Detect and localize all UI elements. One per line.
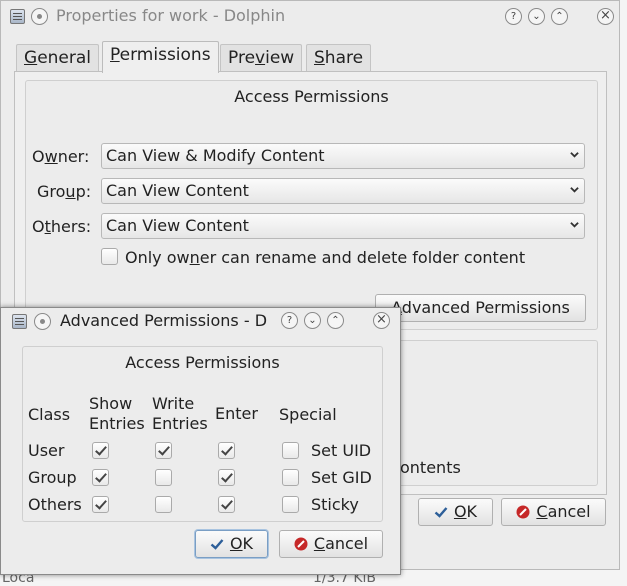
advanced-permissions-window: Advanced Permissions - D ? ⌄ ⌃ × Access … [0,307,401,575]
help-icon[interactable]: ? [281,312,298,329]
chevron-down-icon [570,152,579,158]
cancel-icon [294,537,308,551]
class-label: Others [28,495,82,514]
write-entries-checkbox[interactable] [155,496,172,513]
keep-above-icon[interactable] [31,8,48,25]
window-title: Advanced Permissions - D [60,311,268,330]
access-permissions-group: Access Permissions [25,80,598,330]
show-entries-checkbox[interactable] [92,442,109,459]
keep-above-icon[interactable] [34,313,51,330]
ok-button[interactable]: OK [418,498,493,526]
apply-contents-partial: ontents [400,458,461,477]
window-menu-icon[interactable] [10,9,25,24]
check-icon [434,507,448,518]
tab-permissions[interactable]: Permissions [102,41,219,73]
chevron-down-icon [570,222,579,228]
close-icon[interactable]: × [597,8,614,25]
special-checkbox[interactable] [282,469,299,486]
window-menu-icon[interactable] [12,314,27,329]
write-entries-checkbox[interactable] [155,469,172,486]
others-label: Others: [32,217,92,236]
cancel-icon [516,505,530,519]
header-enter: Enter [215,404,258,423]
window-title: Properties for work - Dolphin [56,6,286,25]
header-write-entries: Entries [152,414,208,433]
maximize-icon[interactable]: ⌃ [551,8,568,25]
write-entries-checkbox[interactable] [155,442,172,459]
header-write: Write [152,394,195,413]
header-show: Show [89,394,133,413]
help-icon[interactable]: ? [505,8,522,25]
access-permissions-title: Access Permissions [125,353,280,372]
class-label: User [28,441,65,460]
enter-checkbox[interactable] [218,469,235,486]
advanced-permissions-button[interactable]: Advanced Permissions [375,294,586,322]
group-select[interactable]: Can View Content [101,178,585,204]
group-label: Group: [37,182,92,201]
only-owner-checkbox[interactable] [101,248,118,265]
special-label[interactable]: Sticky [311,495,359,514]
title-bar[interactable]: Advanced Permissions - D ? ⌄ ⌃ × [1,308,400,338]
cancel-button[interactable]: Cancel [279,530,383,558]
only-owner-label[interactable]: Only owner can rename and delete folder … [125,248,525,267]
access-permissions-title: Access Permissions [234,87,389,106]
ok-button[interactable]: OK [195,530,268,558]
special-label[interactable]: Set UID [311,441,371,460]
owner-select[interactable]: Can View & Modify Content [101,143,585,169]
maximize-icon[interactable]: ⌃ [327,312,344,329]
class-label: Group [28,468,77,487]
header-class: Class [28,405,71,424]
special-label[interactable]: Set GID [311,468,372,487]
tab-general[interactable]: General [16,44,100,72]
show-entries-checkbox[interactable] [92,469,109,486]
tab-preview[interactable]: Preview [220,44,303,72]
minimize-icon[interactable]: ⌄ [304,312,321,329]
title-bar[interactable]: Properties for work - Dolphin ? ⌄ ⌃ × [1,1,619,31]
enter-checkbox[interactable] [218,442,235,459]
owner-label: Owner: [32,147,90,166]
minimize-icon[interactable]: ⌄ [528,8,545,25]
cancel-button[interactable]: Cancel [501,498,606,526]
check-icon [210,539,224,550]
special-checkbox[interactable] [282,496,299,513]
close-icon[interactable]: × [373,312,390,329]
enter-checkbox[interactable] [218,496,235,513]
header-show-entries: Entries [89,414,145,433]
chevron-down-icon [570,187,579,193]
show-entries-checkbox[interactable] [92,496,109,513]
special-checkbox[interactable] [282,442,299,459]
others-select[interactable]: Can View Content [101,213,585,239]
header-special: Special [279,405,337,424]
tab-share[interactable]: Share [306,44,372,72]
